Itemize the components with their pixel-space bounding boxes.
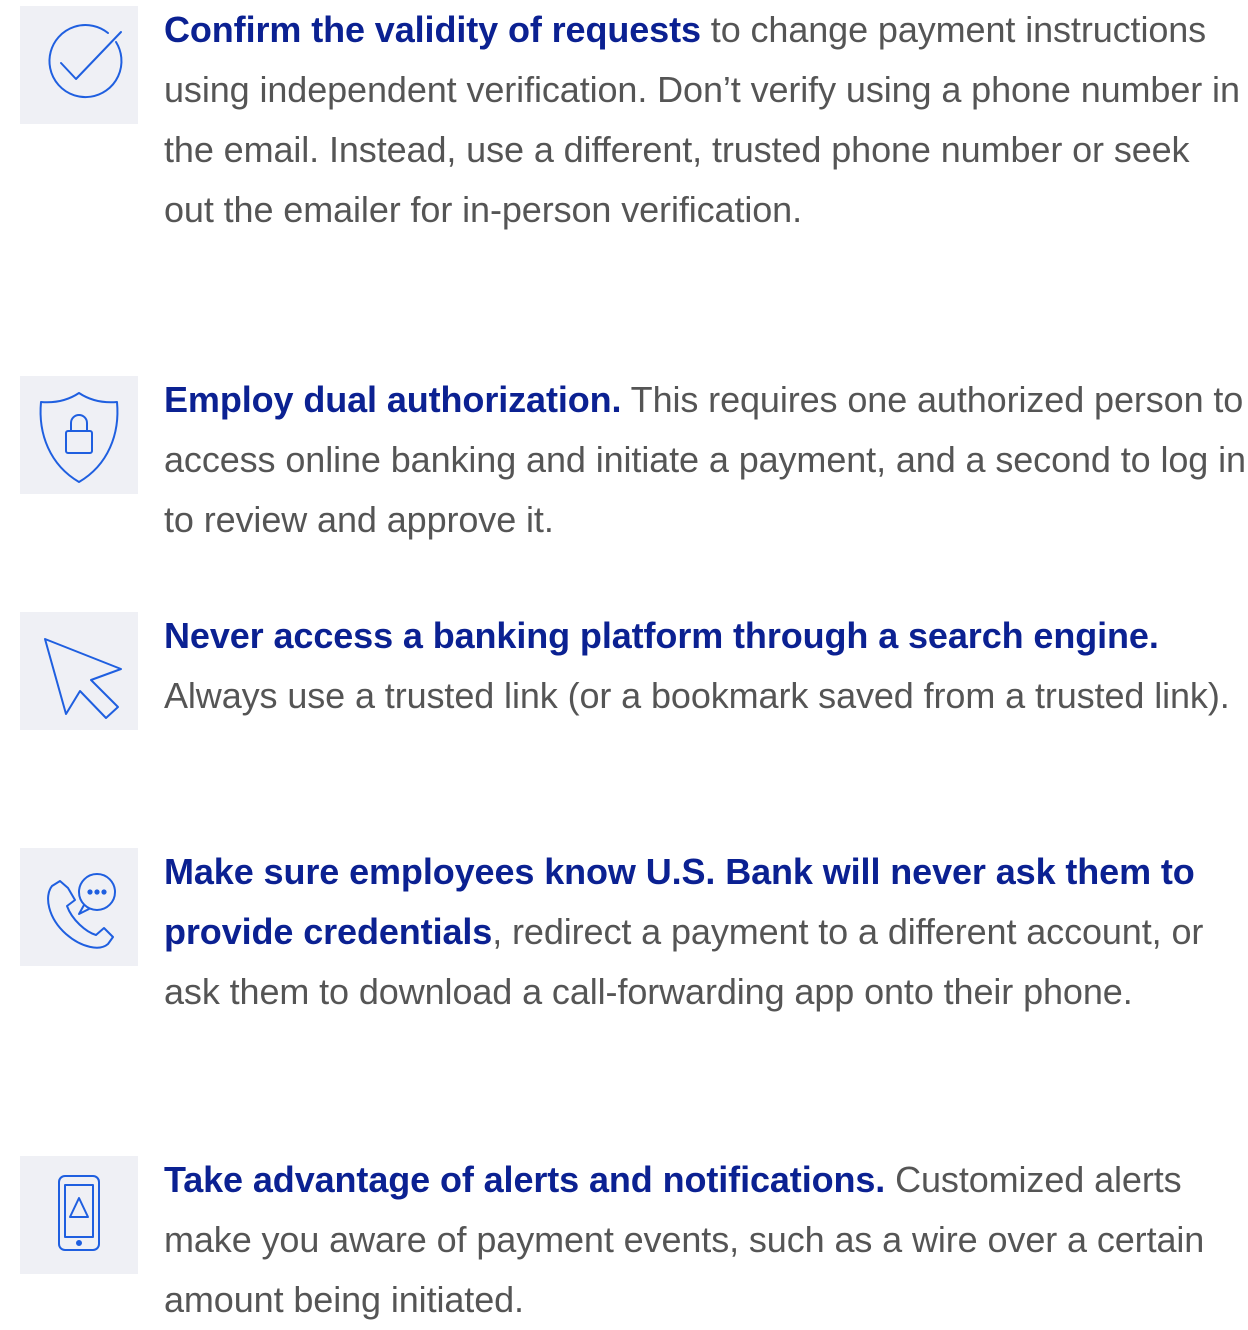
tip-text: Make sure employees know U.S. Bank will …: [164, 842, 1248, 1022]
cursor-arrow-icon: [20, 612, 138, 730]
tip-text: Take advantage of alerts and notificatio…: [164, 1150, 1248, 1330]
tip-text: Never access a banking platform through …: [164, 606, 1248, 726]
tip-heading: Confirm the validity of requests: [164, 9, 701, 50]
tips-list: Confirm the validity of requests to chan…: [0, 0, 1248, 1327]
tip-heading: Take advantage of alerts and notificatio…: [164, 1159, 886, 1200]
tip-body: Always use a trusted link (or a bookmark…: [164, 675, 1230, 716]
tip-heading: Never access a banking platform through …: [164, 615, 1159, 656]
shield-lock-icon: [20, 376, 138, 494]
mobile-alert-icon: [20, 1156, 138, 1274]
tip-text: Employ dual authorization. This requires…: [164, 370, 1248, 550]
tip-heading: Employ dual authorization.: [164, 379, 622, 420]
tip-text: Confirm the validity of requests to chan…: [164, 0, 1248, 240]
phone-chat-icon: [20, 848, 138, 966]
checkmark-circle-icon: [20, 6, 138, 124]
